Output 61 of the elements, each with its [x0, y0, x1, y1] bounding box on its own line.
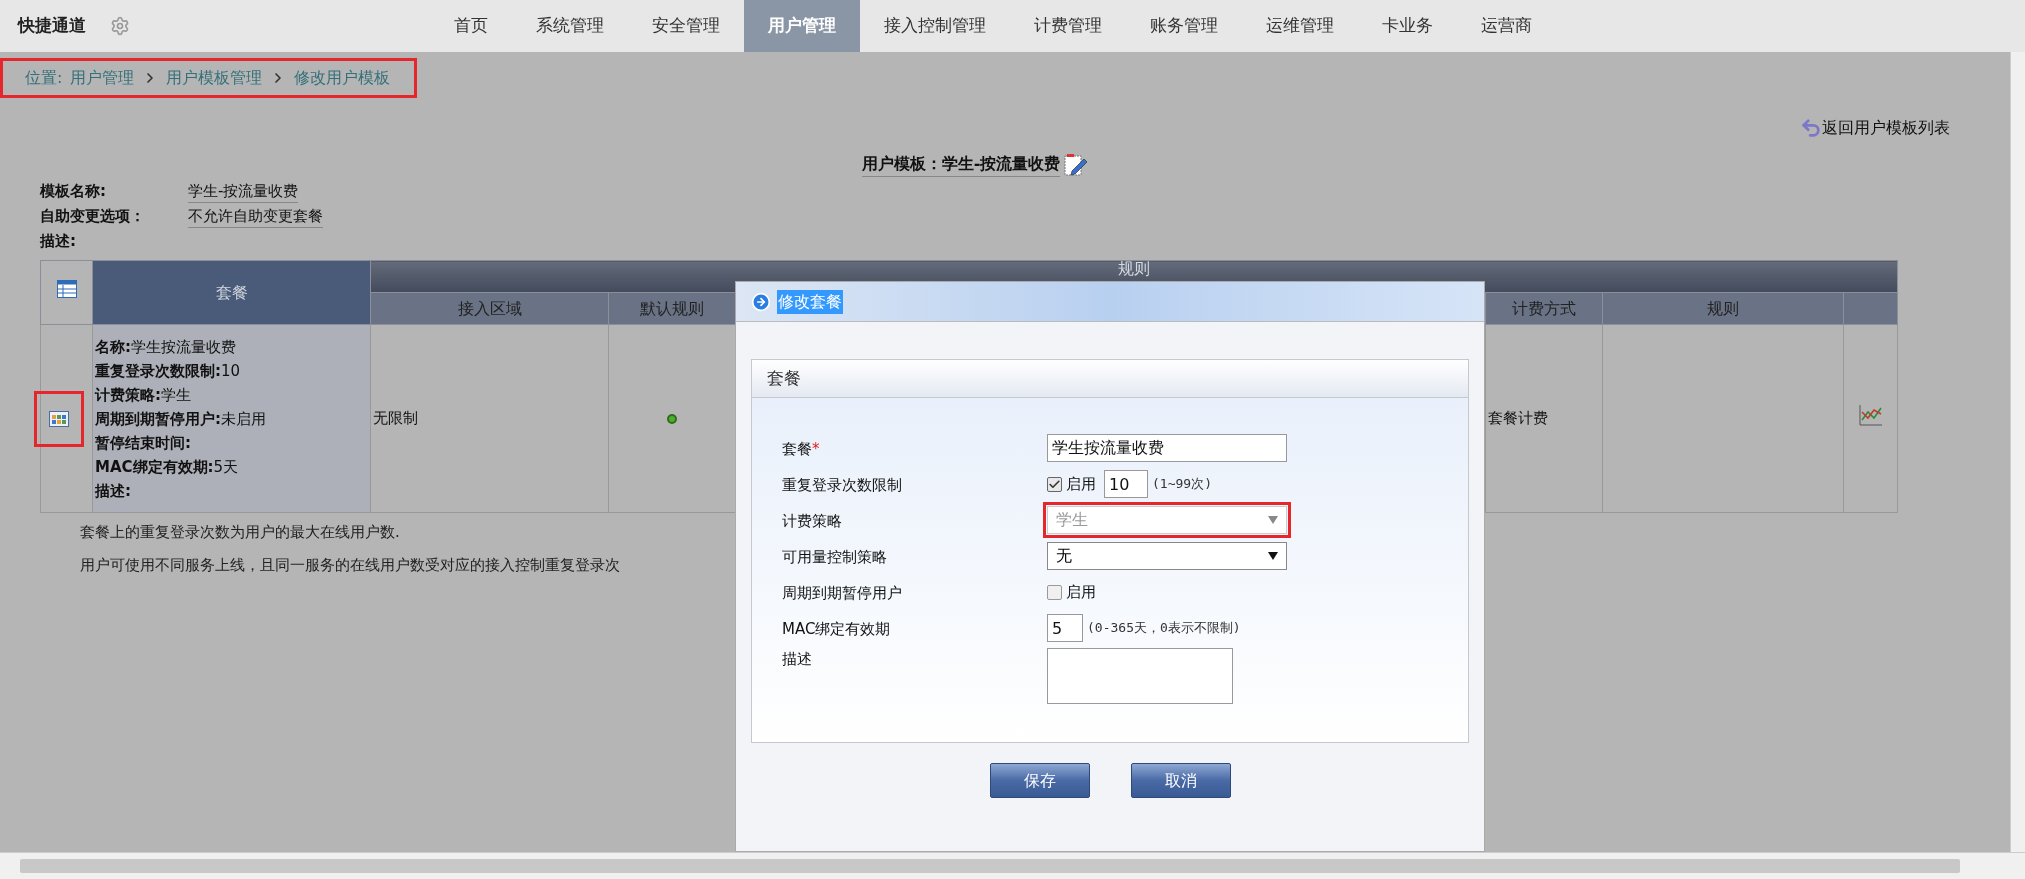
field-label: 重复登录次数限制 [782, 474, 903, 496]
breadcrumb-label: 位置: [25, 67, 63, 89]
info-label: 自助变更选项： [40, 206, 146, 228]
nav-tab[interactable]: 运营商 [1457, 0, 1556, 52]
back-link[interactable]: 返回用户模板列表 [1800, 116, 1950, 140]
package-detail: 计费策略:学生 [95, 384, 192, 406]
field-label: MAC绑定有效期 [782, 618, 892, 640]
table-icon[interactable] [56, 280, 77, 298]
info-value: 不允许自助变更套餐 [188, 204, 323, 229]
grid-icon[interactable] [48, 410, 69, 427]
edit-icon[interactable] [1064, 152, 1089, 177]
package-detail: 名称:学生按流量收费 [95, 336, 237, 358]
description-field[interactable] [1047, 648, 1233, 704]
text-field[interactable]: 学生按流量收费 [1047, 434, 1287, 462]
note-text: 用户可使用不同服务上线，且同一服务的在线用户数受对应的接入控制重复登录次 [80, 554, 620, 576]
column-header: 接入区域 [370, 292, 609, 325]
template-title: 用户模板：学生-按流量收费 [861, 152, 1061, 177]
package-header: 套餐 [92, 260, 371, 325]
nav-tab[interactable]: 首页 [430, 0, 512, 52]
table-cell: 无限制 [370, 324, 609, 513]
package-detail: 暂停结束时间: [95, 432, 192, 454]
nav-tab[interactable]: 卡业务 [1358, 0, 1457, 52]
checkbox-label: 启用 [1066, 473, 1096, 495]
nav-tab[interactable]: 接入控制管理 [860, 0, 1010, 52]
field-label: 描述 [782, 649, 813, 670]
hint-text: (1~99次) [1152, 475, 1212, 494]
package-detail: 周期到期暂停用户:未启用 [95, 408, 267, 430]
dialog-button[interactable]: 取消 [1130, 763, 1231, 798]
brand-title: 快捷通道 [18, 14, 86, 38]
settings-icon[interactable] [110, 16, 130, 36]
checkbox[interactable] [1047, 584, 1062, 600]
select-field[interactable]: 无 [1047, 542, 1287, 570]
info-value: 学生-按流量收费 [188, 179, 299, 204]
nav-tab[interactable]: 安全管理 [628, 0, 744, 52]
arrow-right-icon [751, 291, 771, 312]
package-detail: MAC绑定有效期:5天 [95, 456, 240, 478]
checkbox[interactable] [1047, 476, 1062, 492]
nav-tab[interactable]: 账务管理 [1126, 0, 1242, 52]
hint-text: (0-365天，0表示不限制) [1087, 619, 1241, 638]
dropdown-caret-icon [1268, 552, 1278, 560]
nav-tab[interactable]: 系统管理 [512, 0, 628, 52]
field-label: 周期到期暂停用户 [782, 582, 903, 604]
number-field[interactable]: 5 [1047, 614, 1083, 642]
field-label: 套餐* [782, 438, 821, 460]
note-text: 套餐上的重复登录次数为用户的最大在线用户数. [80, 522, 400, 543]
field-label: 可用量控制策略 [782, 546, 888, 568]
nav-tab[interactable]: 计费管理 [1010, 0, 1126, 52]
package-detail: 重复登录次数限制:10 [95, 360, 242, 382]
number-field[interactable]: 10 [1104, 470, 1148, 498]
nav-tab[interactable]: 运维管理 [1242, 0, 1358, 52]
package-detail: 描述: [95, 480, 132, 502]
dropdown-caret-icon [1268, 516, 1278, 524]
info-label: 描述: [40, 231, 77, 253]
dialog-button[interactable]: 保存 [989, 763, 1090, 798]
field-label: 计费策略 [782, 510, 843, 532]
checkbox-label: 启用 [1066, 581, 1096, 603]
column-header: 规则 [1602, 292, 1844, 325]
back-arrow-icon [1800, 117, 1822, 139]
line-chart-icon[interactable] [1858, 404, 1883, 426]
dialog-title: 修改套餐 [777, 289, 843, 314]
info-label: 模板名称: [40, 181, 107, 203]
